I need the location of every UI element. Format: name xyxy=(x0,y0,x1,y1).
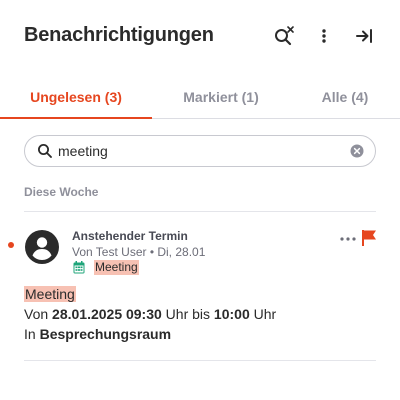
search-icon xyxy=(38,144,52,158)
collapse-panel-button[interactable] xyxy=(352,24,376,48)
tab-all[interactable]: Alle (4) xyxy=(290,74,400,119)
tab-unread[interactable]: Ungelesen (3) xyxy=(0,74,152,119)
calendar-icon xyxy=(73,261,85,274)
item-divider xyxy=(24,360,376,361)
notification-tabs: Ungelesen (3) Markiert (1) Alle (4) xyxy=(0,74,400,119)
body-subject: Meeting xyxy=(24,286,76,302)
body-location: In Besprechungsraum xyxy=(24,326,172,342)
notification-meta: Von Test User • Di, 28.01 xyxy=(72,245,206,259)
body-time: Von 28.01.2025 09:30 Uhr bis 10:00 Uhr xyxy=(24,306,277,322)
search-input[interactable]: meeting xyxy=(58,136,108,166)
clear-search-icon[interactable] xyxy=(350,144,364,158)
page-title: Benachrichtigungen xyxy=(24,24,214,46)
collapse-right-icon xyxy=(356,29,372,43)
unread-indicator xyxy=(8,242,14,248)
search-field[interactable]: meeting xyxy=(24,135,376,167)
more-options-button[interactable] xyxy=(312,24,336,48)
more-horizontal-icon[interactable] xyxy=(339,233,357,245)
search-clear-button[interactable] xyxy=(272,24,296,48)
flag-icon[interactable] xyxy=(360,229,378,247)
panel-header: Benachrichtigungen xyxy=(0,0,400,70)
search-clear-icon xyxy=(275,26,294,46)
notification-title: Anstehender Termin xyxy=(72,229,188,243)
more-vertical-icon xyxy=(322,29,326,43)
notification-item[interactable]: Anstehender Termin Von Test User • Di, 2… xyxy=(0,212,400,360)
event-tag: Meeting xyxy=(94,260,139,275)
active-tab-indicator xyxy=(0,117,152,119)
avatar-icon xyxy=(25,230,59,264)
section-label: Diese Woche xyxy=(24,185,99,199)
tab-flagged[interactable]: Markiert (1) xyxy=(152,74,290,119)
